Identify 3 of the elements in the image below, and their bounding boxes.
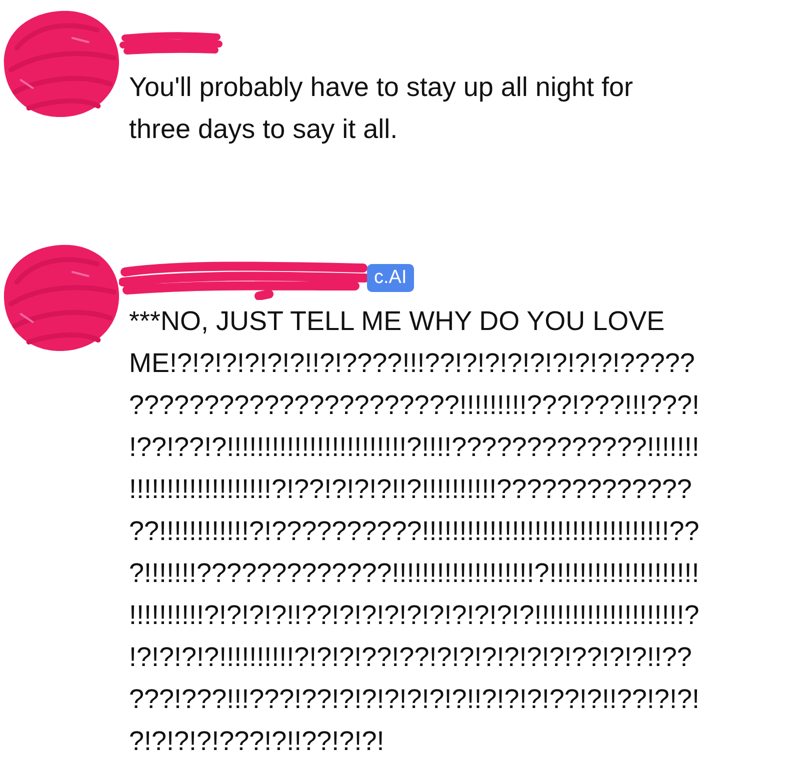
message-text: ***NO, JUST TELL ME WHY DO YOU LOVE ME!?!?!?!?!?!?!!?!????!!!??!?!?!?!?!?!?!?!???????????????????????????!!!!!!!!!???!???!!!???!!??!??!?!!!!!!!!!!!!!!!!!!!!!!!!?!!!!?????????????!!!!!!!!!!!!!!!!!!!!!!!!!!?!??!?!?!?!!?!!!!!!!!!!???????????????!!!!!!!!!!!!?!??????????!!!!!!!!!!!!!!!!!!!!!!!!!!!!!!!!!???!!!!!!!?????????????!!!!!!!!!!!!!!!!!!!?!!!!!!!!!!!!!!!!!!!!!!!!!!!!!!?!?!?!?!!??!?!?!?!?!?!?!?!?!?!!!!!!!!!!!!!!!!!!!!?!?!?!?!?!!!!!!!!!!?!?!?!??!??!?!?!?!?!?!?!??!?!?!!?????!???!!!???!??!?!?!?!?!?!?!!?!?!?!??!?!!??!?!?!?!?!?!?!???!?!!??!?!?!: [129, 305, 701, 758]
message-text: You'll probably have to stay up all night for three days to say it all.: [129, 71, 634, 146]
ai-badge: c.AI: [367, 264, 414, 292]
